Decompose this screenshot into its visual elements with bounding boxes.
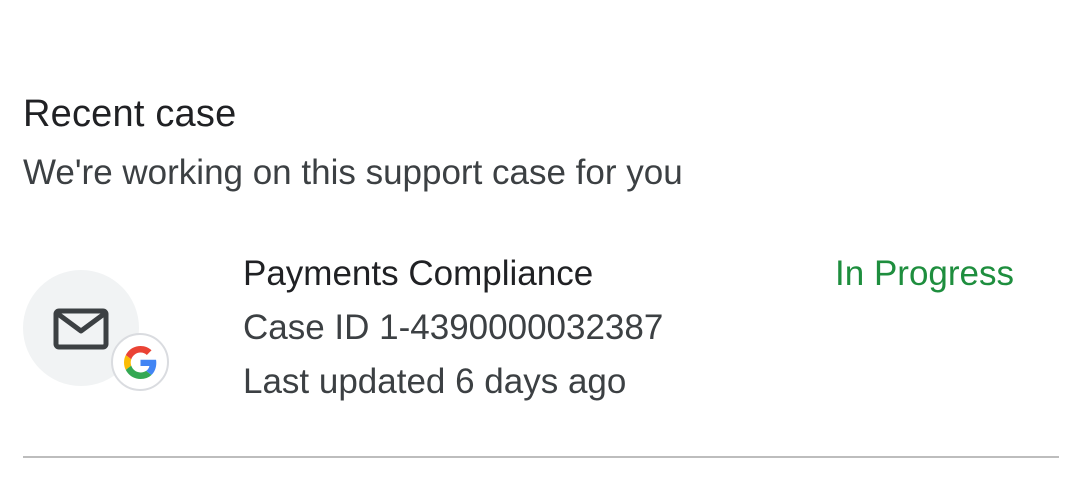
- google-g-icon: [124, 346, 157, 379]
- support-page: Recent case We're working on this suppor…: [0, 0, 1080, 489]
- section-subtitle: We're working on this support case for y…: [23, 153, 683, 192]
- divider: [23, 456, 1059, 458]
- case-status-badge: In Progress: [835, 254, 1014, 293]
- mail-icon: [53, 308, 109, 350]
- recent-case-item[interactable]: Payments Compliance Case ID 1-4390000032…: [0, 235, 1080, 435]
- google-badge: [111, 333, 169, 391]
- section-title: Recent case: [23, 93, 237, 135]
- case-id: Case ID 1-4390000032387: [243, 308, 664, 347]
- case-title: Payments Compliance: [243, 254, 594, 293]
- case-last-updated: Last updated 6 days ago: [243, 362, 627, 401]
